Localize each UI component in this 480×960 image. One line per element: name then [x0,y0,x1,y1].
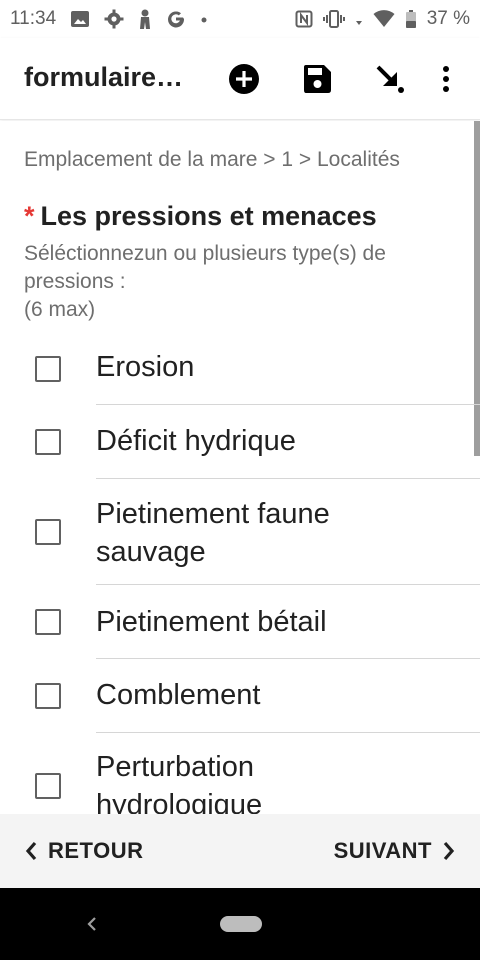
option-label: Comblement [96,679,261,711]
option-label: Pietinement bétail [96,606,327,638]
required-marker: * [24,201,35,231]
google-g-icon [168,11,185,28]
battery-icon [405,10,416,28]
save-icon [303,65,331,93]
back-arrow-icon [87,917,96,931]
option-pietinement-faune-sauvage[interactable]: Pietinement faune sauvage [0,479,480,585]
option-label: Perturbation hydrologique [96,751,263,814]
checkbox[interactable] [35,683,61,709]
checkbox[interactable] [35,519,61,545]
notification-icons [70,9,208,29]
chevron-right-icon [443,841,455,861]
question-hint-text: Séléctionnezun ou plusieurs type(s) de p… [24,242,386,321]
back-button[interactable]: RETOUR [24,838,144,864]
checkbox-list: Erosion Déficit hydrique Pietinement fau… [0,332,480,814]
form-navigation-bar: RETOUR SUIVANT [0,814,480,888]
dot-icon [201,17,207,23]
data-arrows-icon [355,21,362,25]
question-title: * Les pressions et menaces [24,201,377,232]
checkbox[interactable] [35,429,61,455]
next-button[interactable]: SUIVANT [334,838,456,864]
overflow-menu-button[interactable] [426,49,466,109]
app-bar-actions [207,38,466,120]
chevron-left-icon [25,841,37,861]
battery-percent: 37 % [426,8,470,29]
option-pietinement-betail[interactable]: Pietinement bétail [0,585,480,659]
form-content[interactable]: Emplacement de la mare > 1 > Localités *… [0,121,480,814]
image-icon [71,11,90,27]
checkbox[interactable] [35,355,61,382]
go-to-icon [376,65,404,93]
system-status-icons: 37 % [295,8,470,30]
option-perturbation-hydrologique[interactable]: Perturbation hydrologique [0,733,480,814]
option-deficit-hydrique[interactable]: Déficit hydrique [0,405,480,479]
breadcrumb: Emplacement de la mare > 1 > Localités [24,148,400,171]
next-button-label: SUIVANT [333,838,432,863]
status-time: 11:34 [10,8,57,29]
add-circle-icon [228,64,259,94]
form-title: formulaire… [24,62,184,92]
question-title-text: Les pressions et menaces [40,201,377,231]
option-label: Pietinement faune sauvage [96,498,330,568]
system-home-pill[interactable] [220,916,262,932]
wifi-icon [373,10,395,27]
system-back-button[interactable] [84,912,100,941]
save-button[interactable] [280,49,353,109]
checkbox[interactable] [35,773,61,799]
option-label: Déficit hydrique [96,425,296,457]
add-repeat-button[interactable] [207,49,280,109]
back-button-label: RETOUR [48,838,144,863]
option-comblement[interactable]: Comblement [0,659,480,733]
system-navigation-bar [0,888,480,960]
question-hint: Séléctionnezun ou plusieurs type(s) de p… [24,240,454,324]
go-to-prompt-button[interactable] [353,49,426,109]
person-icon [140,9,151,29]
gear-icon [104,9,124,29]
option-label: Erosion [96,351,195,383]
option-erosion[interactable]: Erosion [0,332,480,405]
nfc-icon [295,10,313,28]
checkbox[interactable] [35,609,61,635]
app-bar: formulaire… [0,38,480,120]
more-vert-icon [443,66,449,92]
vibrate-icon [322,10,345,28]
status-bar: 11:34 37 % [0,0,480,38]
